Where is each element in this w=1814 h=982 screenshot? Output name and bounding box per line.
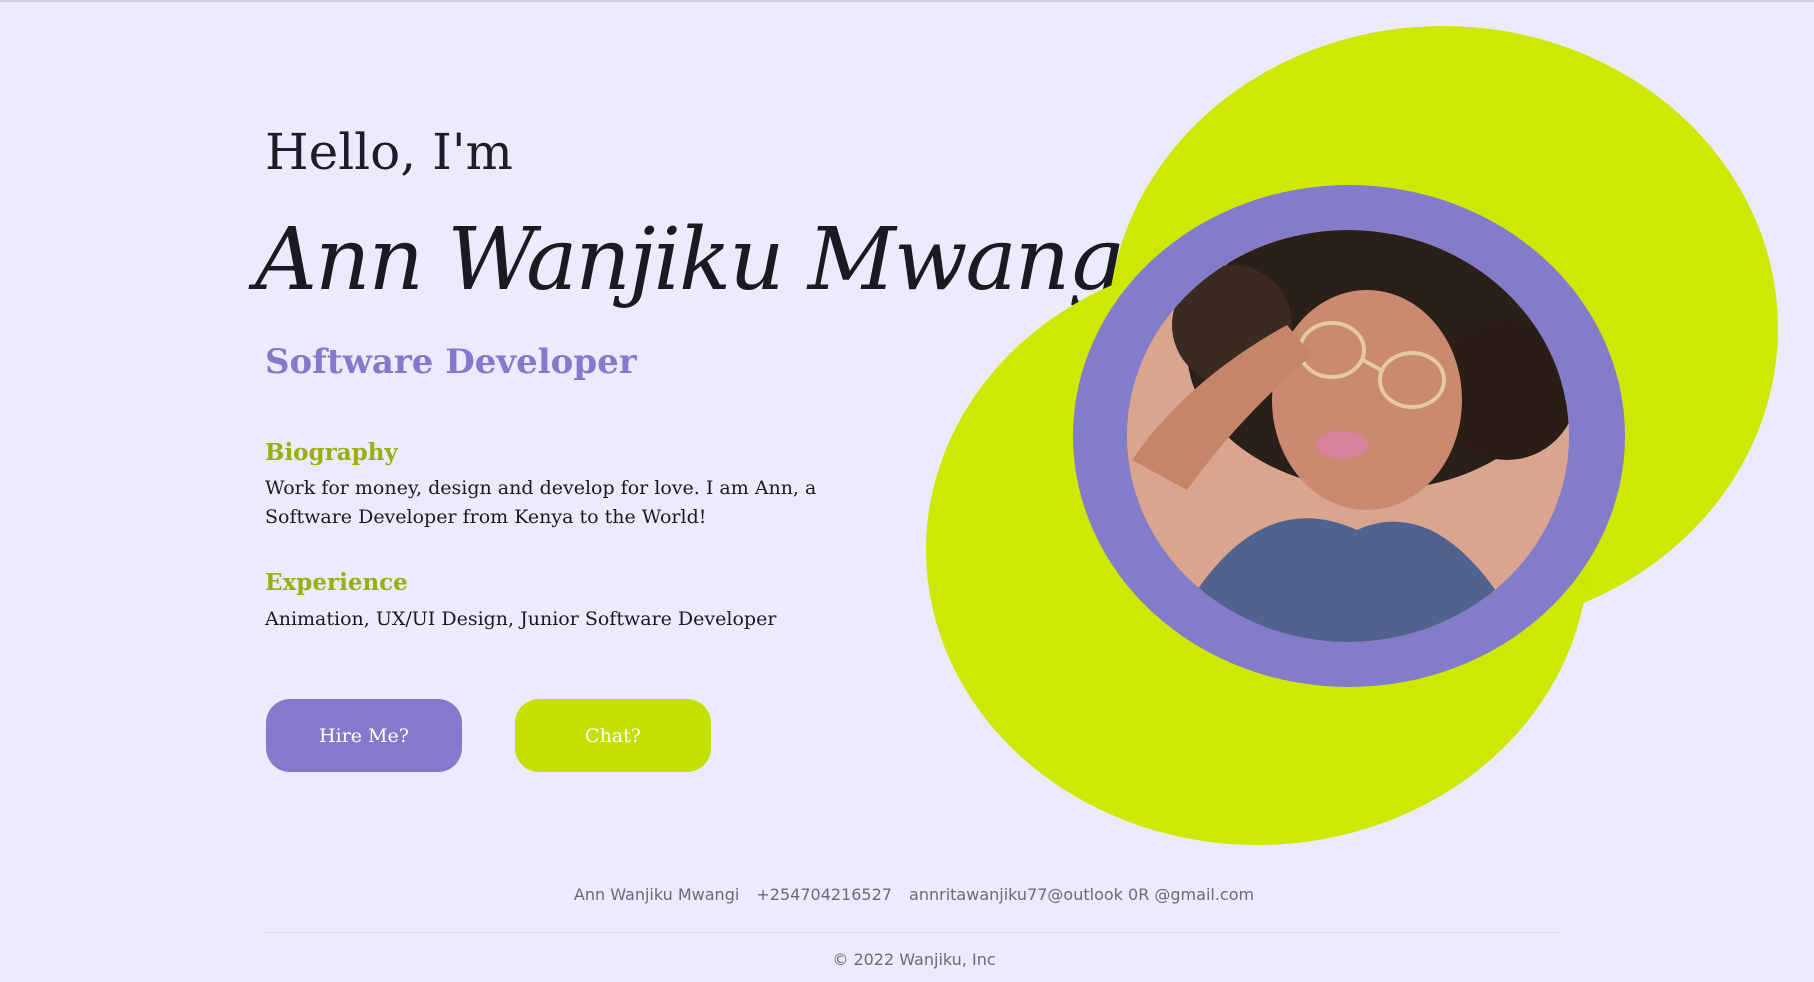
hero-name: Ann Wanjiku Mwangi	[255, 210, 1149, 310]
footer-phone[interactable]: +254704216527	[756, 885, 892, 904]
footer-name: Ann Wanjiku Mwangi	[573, 885, 740, 904]
profile-photo	[1127, 230, 1569, 642]
hero-role: Software Developer	[265, 342, 637, 382]
biography-text: Work for money, design and develop for l…	[265, 477, 817, 528]
biography-title: Biography	[265, 439, 398, 466]
copyright: © 2022 Wanjiku, Inc	[832, 950, 996, 969]
chat-button[interactable]: Chat?	[515, 699, 711, 772]
experience-text: Animation, UX/UI Design, Junior Software…	[265, 608, 777, 630]
footer-contact: Ann Wanjiku Mwangi +254704216527 annrita…	[0, 885, 1814, 904]
footer-divider	[265, 932, 1562, 933]
footer-email[interactable]: annritawanjiku77@outlook 0R @gmail.com	[909, 885, 1254, 904]
hire-me-button[interactable]: Hire Me?	[266, 699, 462, 772]
greeting: Hello, I'm	[265, 123, 513, 181]
profile-photo-illustration	[1127, 230, 1569, 642]
experience-title: Experience	[265, 569, 408, 596]
top-border	[0, 0, 1814, 2]
